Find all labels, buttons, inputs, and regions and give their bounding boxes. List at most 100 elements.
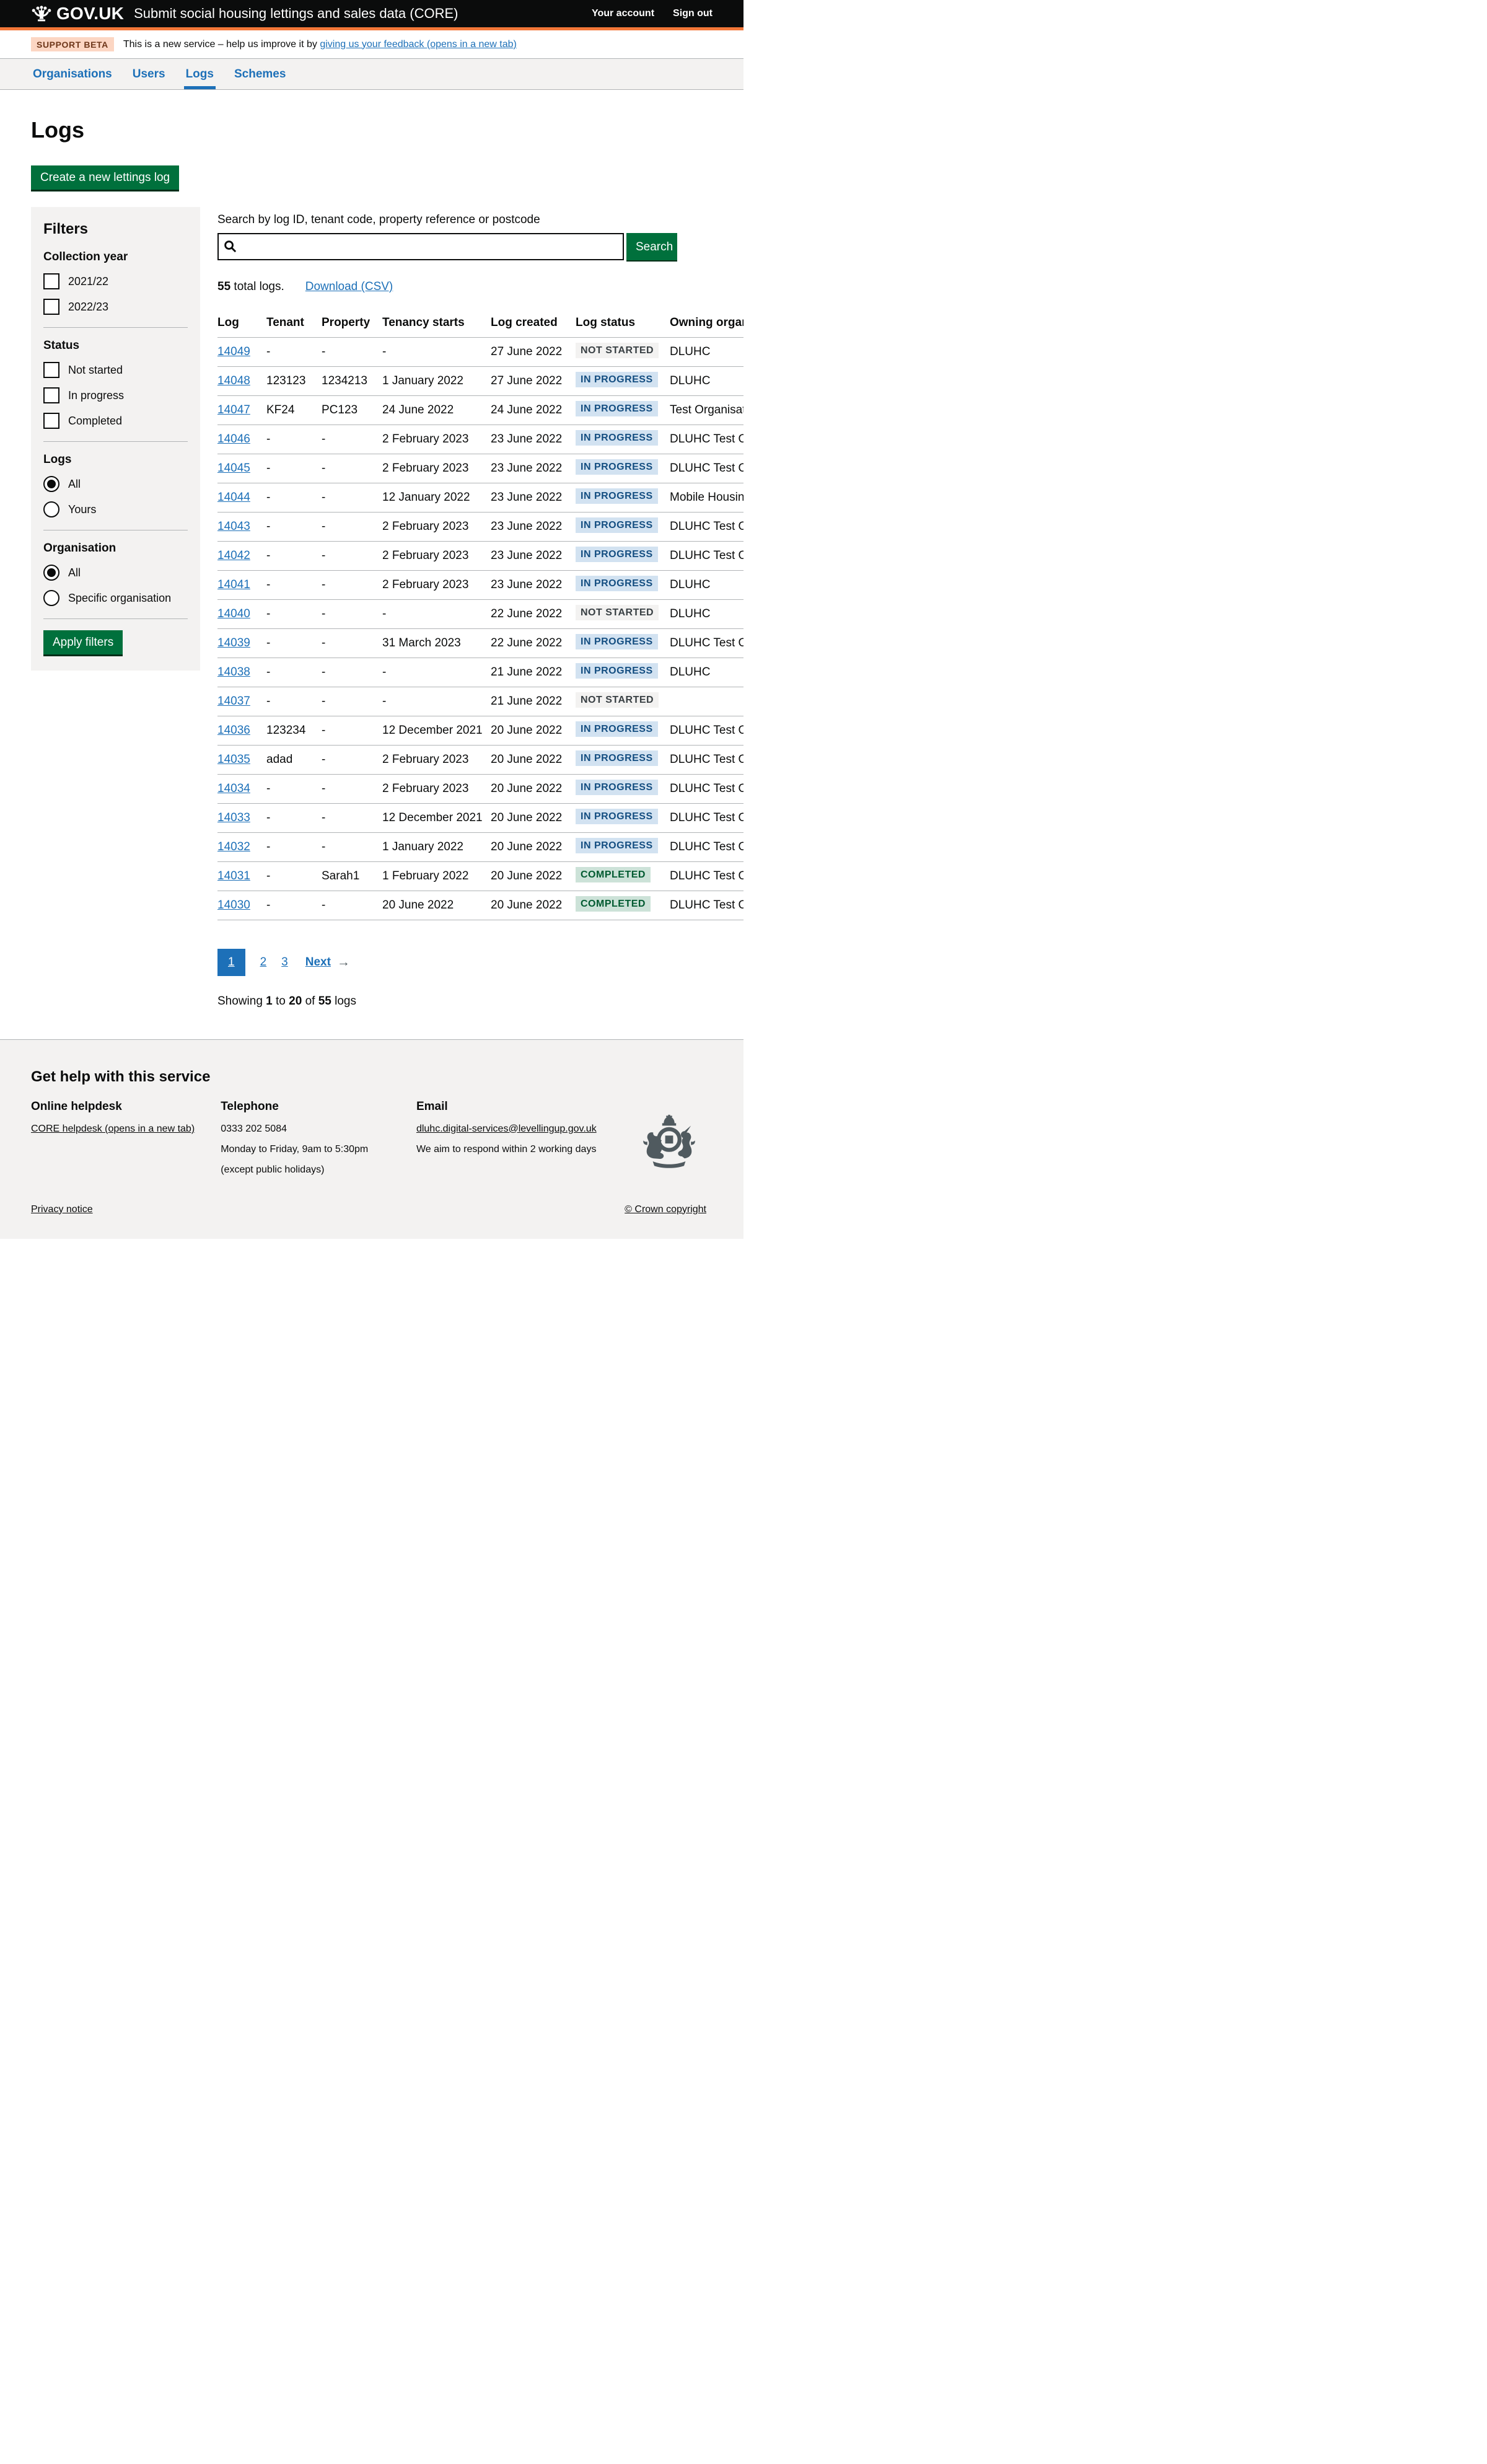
filter-option-status-in-progress[interactable]: In progress: [43, 387, 188, 403]
radio-all-selected[interactable]: [43, 565, 59, 581]
filter-option-status-completed[interactable]: Completed: [43, 413, 188, 429]
filter-option-organisation-all[interactable]: All: [43, 565, 188, 581]
log-link-14042[interactable]: 14042: [217, 549, 250, 562]
log-created-cell: 20 June 2022: [491, 862, 576, 891]
table-row: 14032--1 January 202220 June 2022IN PROG…: [217, 833, 744, 862]
filter-option-collection-year-2022-23[interactable]: 2022/23: [43, 299, 188, 315]
log-link-14033[interactable]: 14033: [217, 811, 250, 824]
property-cell: -: [322, 338, 382, 366]
filter-option-status-not-started[interactable]: Not started: [43, 362, 188, 378]
checkbox-2021-22[interactable]: [43, 273, 59, 289]
status-badge: COMPLETED: [576, 867, 651, 882]
log-link-14041[interactable]: 14041: [217, 578, 250, 591]
pagination-page-3[interactable]: 3: [281, 956, 288, 969]
filters-panel: Filters Collection year2021/222022/23Sta…: [31, 207, 200, 671]
footer-col-title: Online helpdesk: [31, 1098, 221, 1116]
owning-organisation-text: DLUHC Test Org: [670, 782, 744, 795]
log-link-14036[interactable]: 14036: [217, 724, 250, 737]
checkbox-not-started[interactable]: [43, 362, 59, 378]
column-header-tenant: Tenant: [266, 309, 322, 337]
log-link-14047[interactable]: 14047: [217, 403, 250, 416]
filter-group-organisation: OrganisationAllSpecific organisation: [43, 542, 188, 606]
log-link-14031[interactable]: 14031: [217, 869, 250, 882]
feedback-link[interactable]: giving us your feedback (opens in a new …: [320, 39, 517, 50]
owning-organisation-cell: DLUHC Test Org: [670, 891, 744, 920]
log-link-14034[interactable]: 14034: [217, 782, 250, 795]
owning-organisation-cell: DLUHC Test Org: [670, 542, 744, 570]
filter-divider: [43, 441, 188, 442]
search-input[interactable]: [217, 233, 624, 260]
radio-all-selected[interactable]: [43, 476, 59, 492]
filter-option-label: All: [68, 566, 81, 579]
privacy-notice-link[interactable]: Privacy notice: [31, 1204, 93, 1215]
footer-link-core-helpdesk-opens-in-a-new-t[interactable]: CORE helpdesk (opens in a new tab): [31, 1124, 195, 1134]
tenancy-starts-cell: 2 February 2023: [382, 542, 491, 570]
nav-item-schemes[interactable]: Schemes: [232, 59, 287, 89]
filter-option-label: 2021/22: [68, 275, 108, 288]
search-button[interactable]: Search: [626, 233, 677, 260]
log-link-14044[interactable]: 14044: [217, 491, 250, 504]
log-status-cell: IN PROGRESS: [576, 804, 670, 832]
table-row: 14046--2 February 202323 June 2022IN PRO…: [217, 425, 744, 454]
property-cell: -: [322, 746, 382, 774]
log-link-14040[interactable]: 14040: [217, 607, 250, 620]
apply-filters-button[interactable]: Apply filters: [43, 630, 123, 654]
log-link-14030[interactable]: 14030: [217, 899, 250, 912]
download-csv-link[interactable]: Download (CSV): [305, 280, 393, 294]
pagination-page-2[interactable]: 2: [260, 956, 267, 969]
nav-item-organisations[interactable]: Organisations: [31, 59, 114, 89]
radio-yours[interactable]: [43, 501, 59, 517]
total-logs-count: 55: [217, 280, 230, 293]
status-badge: IN PROGRESS: [576, 372, 658, 387]
log-link-14032[interactable]: 14032: [217, 840, 250, 853]
owning-organisation-cell: DLUHC Test Org: [670, 716, 744, 745]
log-link-14045[interactable]: 14045: [217, 462, 250, 475]
log-link-14046[interactable]: 14046: [217, 433, 250, 446]
tenant-cell: -: [266, 862, 322, 891]
log-link-14048[interactable]: 14048: [217, 374, 250, 387]
owning-organisation-text: DLUHC Test Org: [670, 869, 744, 882]
property-cell: Sarah1: [322, 862, 382, 891]
filter-option-label: 2022/23: [68, 301, 108, 314]
govuk-logo[interactable]: GOV.UK: [31, 4, 124, 24]
checkbox-2022-23[interactable]: [43, 299, 59, 315]
nav-item-users[interactable]: Users: [131, 59, 167, 89]
table-row: 14030--20 June 202220 June 2022COMPLETED…: [217, 891, 744, 920]
log-link-14038[interactable]: 14038: [217, 666, 250, 679]
sign-out-link[interactable]: Sign out: [673, 8, 713, 19]
log-id-cell: 14038: [217, 658, 266, 687]
footer-heading: Get help with this service: [31, 1068, 706, 1086]
filter-option-logs-yours[interactable]: Yours: [43, 501, 188, 517]
filter-option-organisation-specific-organisation[interactable]: Specific organisation: [43, 590, 188, 606]
filter-option-logs-all[interactable]: All: [43, 476, 188, 492]
log-link-14035[interactable]: 14035: [217, 753, 250, 766]
tenancy-starts-cell: 20 June 2022: [382, 891, 491, 920]
footer-line: dluhc.digital-services@levellingup.gov.u…: [416, 1122, 632, 1137]
checkbox-in-progress[interactable]: [43, 387, 59, 403]
service-name-link[interactable]: Submit social housing lettings and sales…: [134, 6, 458, 22]
log-link-14049[interactable]: 14049: [217, 345, 250, 358]
results-section: Search by log ID, tenant code, property …: [217, 207, 744, 1008]
crown-copyright-link[interactable]: © Crown copyright: [625, 1204, 706, 1215]
log-link-14037[interactable]: 14037: [217, 695, 250, 708]
nav-item-logs[interactable]: Logs: [184, 59, 216, 89]
log-created-cell: 20 June 2022: [491, 775, 576, 803]
pagination-next[interactable]: Next: [305, 956, 331, 969]
checkbox-completed[interactable]: [43, 413, 59, 429]
owning-organisation-text: DLUHC Test Org: [670, 811, 744, 824]
footer-link-dluhc-digital-services-levelli[interactable]: dluhc.digital-services@levellingup.gov.u…: [416, 1124, 597, 1134]
phase-banner: SUPPORT BETA This is a new service – hel…: [0, 30, 744, 59]
create-lettings-log-button[interactable]: Create a new lettings log: [31, 165, 179, 190]
pagination-page-current[interactable]: 1: [217, 949, 245, 976]
owning-organisation-cell: DLUHC: [670, 600, 744, 628]
log-link-14043[interactable]: 14043: [217, 520, 250, 533]
footer-line: We aim to respond within 2 working days: [416, 1142, 632, 1157]
radio-specific-organisation[interactable]: [43, 590, 59, 606]
your-account-link[interactable]: Your account: [592, 8, 654, 19]
log-link-14039[interactable]: 14039: [217, 636, 250, 649]
owning-organisation-text: DLUHC: [670, 666, 710, 679]
filter-option-collection-year-2021-22[interactable]: 2021/22: [43, 273, 188, 289]
owning-organisation-cell: DLUHC: [670, 658, 744, 687]
tenancy-starts-cell: 1 January 2022: [382, 367, 491, 395]
column-header-property: Property: [322, 309, 382, 337]
